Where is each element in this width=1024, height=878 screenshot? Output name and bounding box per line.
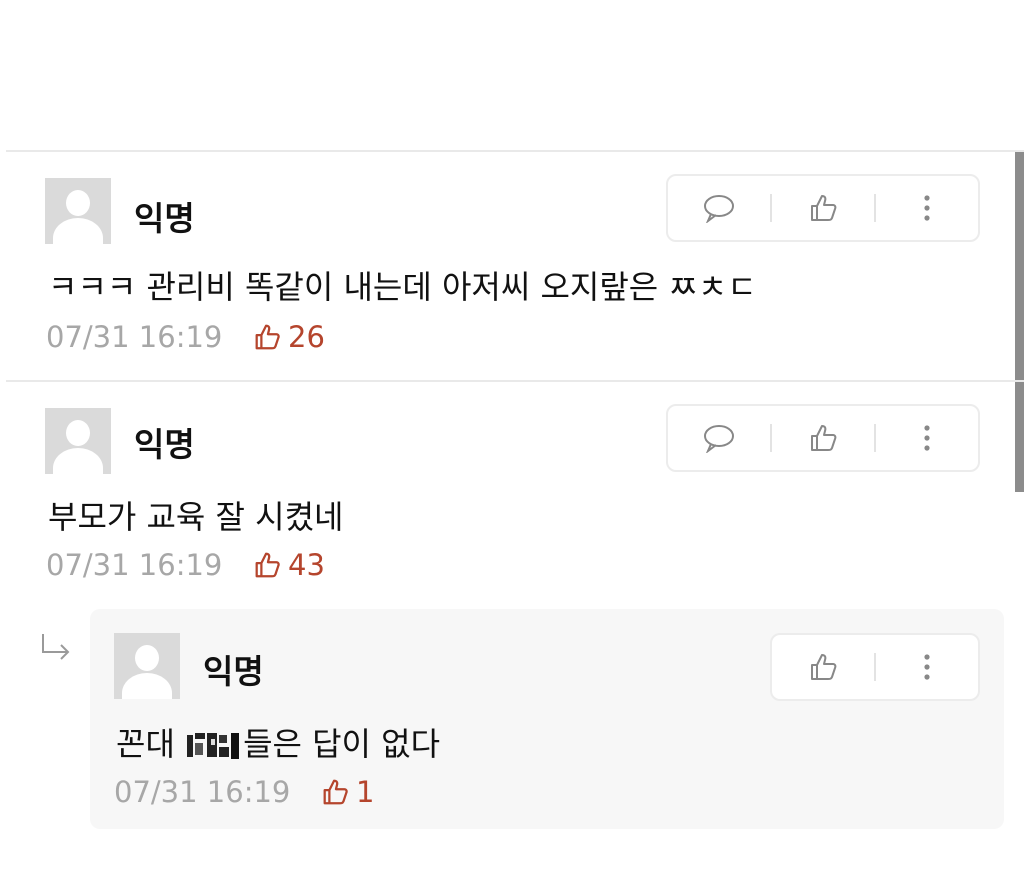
avatar [45, 408, 111, 474]
comment-item: 익명 ㅋㅋㅋ 관리비 똑같이 내는데 아저씨 오지랖은 ㅉㅊㄷ 07/31 16… [0, 152, 1010, 380]
like-count: 43 [252, 548, 325, 582]
comment-time: 07/31 16:19 [46, 320, 223, 354]
like-count: 1 [320, 775, 374, 809]
comment-actions [666, 174, 980, 242]
more-vertical-icon [924, 425, 930, 451]
reply-arrow-icon [42, 634, 70, 660]
avatar [114, 633, 180, 699]
more-button[interactable] [876, 406, 978, 470]
thumbs-up-icon [811, 195, 837, 221]
author-name: 익명 [134, 425, 195, 464]
comment-actions [666, 404, 980, 472]
comment-icon [704, 195, 735, 223]
thumbs-up-icon [255, 552, 280, 578]
comment-text: ㅋㅋㅋ 관리비 똑같이 내는데 아저씨 오지랖은 ㅉㅊㄷ [48, 268, 757, 306]
avatar [45, 178, 111, 244]
like-button[interactable] [772, 176, 874, 240]
comment-time: 07/31 16:19 [46, 548, 223, 582]
scrollbar[interactable] [1015, 152, 1024, 492]
like-count-value: 26 [288, 320, 325, 354]
more-vertical-icon [924, 195, 930, 221]
like-button[interactable] [772, 635, 874, 699]
thumbs-up-icon [323, 779, 348, 805]
reply-text-after: 들은 답이 없다 [243, 725, 441, 763]
comment-icon [704, 425, 735, 453]
censored-word-mask [187, 733, 240, 759]
like-count-value: 1 [356, 775, 375, 809]
comment-text: 부모가 교육 잘 시켰네 [48, 498, 344, 536]
thumbs-up-icon [811, 425, 837, 451]
like-count: 26 [252, 320, 325, 354]
thumbs-up-icon [811, 654, 837, 680]
more-vertical-icon [924, 654, 930, 680]
author-name: 익명 [134, 199, 195, 238]
reply-button[interactable] [668, 176, 770, 240]
reply-text-before: 꼰대 [116, 725, 186, 763]
thumbs-up-icon [255, 324, 280, 350]
comment-item: 익명 부모가 교육 잘 시켰네 07/31 16:19 43 [0, 382, 1010, 607]
more-button[interactable] [876, 635, 978, 699]
author-name: 익명 [203, 652, 264, 691]
like-count-value: 43 [288, 548, 325, 582]
reply-text: 꼰대 들은 답이 없다 [116, 719, 440, 765]
reply-button[interactable] [668, 406, 770, 470]
reply-item: 익명 꼰대 들은 답이 없다 07/31 16:19 1 [90, 609, 1004, 829]
like-button[interactable] [772, 406, 874, 470]
reply-time: 07/31 16:19 [114, 775, 291, 809]
more-button[interactable] [876, 176, 978, 240]
reply-actions [770, 633, 980, 701]
